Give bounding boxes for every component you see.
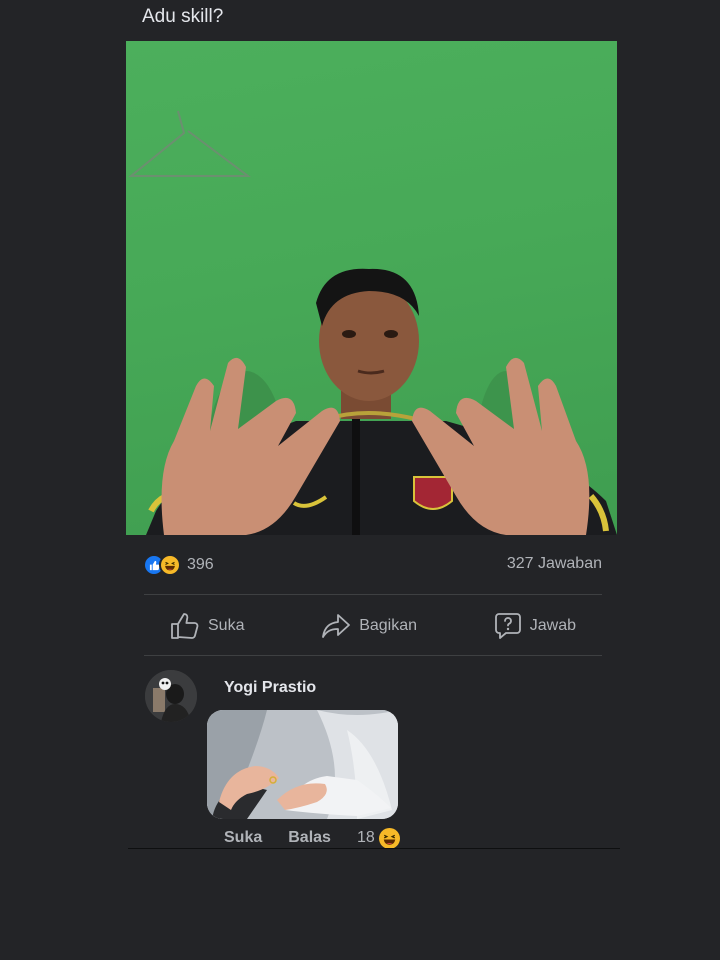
share-button[interactable]: Bagikan — [295, 613, 443, 639]
comment-photo — [207, 710, 398, 819]
comment-reaction-count[interactable]: 18 — [357, 829, 375, 847]
thumbs-up-icon — [171, 613, 199, 639]
reaction-summary[interactable]: 396 — [143, 553, 214, 577]
question-bubble-icon — [494, 613, 521, 639]
answers-count[interactable]: 327 Jawaban — [507, 555, 602, 573]
avatar[interactable] — [145, 670, 197, 722]
comment-author[interactable]: Yogi Prastio — [224, 679, 316, 697]
haha-icon — [378, 827, 400, 849]
share-label: Bagikan — [359, 617, 418, 634]
like-label: Suka — [208, 617, 245, 634]
avatar-image — [145, 670, 197, 722]
haha-icon — [159, 554, 181, 576]
post-title: Adu skill? — [142, 6, 224, 27]
divider — [144, 594, 602, 595]
bottom-divider — [128, 848, 620, 849]
reaction-count: 396 — [187, 556, 214, 573]
comment-actions: Suka Balas 18 — [224, 826, 400, 850]
answer-label: Jawab — [529, 617, 576, 634]
comment-like-button[interactable]: Suka — [224, 829, 262, 847]
action-bar: Suka Bagikan Jawab — [144, 600, 602, 652]
post-photo[interactable] — [126, 41, 617, 535]
photo-illustration — [128, 110, 617, 535]
share-icon — [322, 614, 351, 638]
comment-reply-button[interactable]: Balas — [288, 829, 331, 847]
answer-button[interactable]: Jawab — [468, 612, 602, 640]
comment-image[interactable] — [207, 710, 398, 819]
divider — [144, 655, 602, 656]
like-button[interactable]: Suka — [144, 612, 270, 640]
